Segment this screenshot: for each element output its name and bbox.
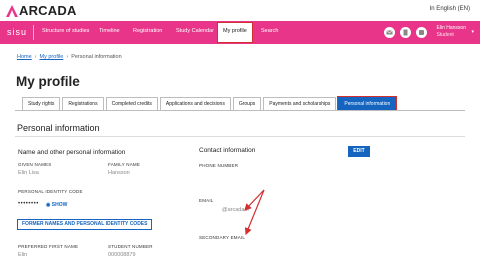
arrow-to-secondary-email [244, 189, 265, 236]
arrow-to-email [244, 189, 265, 211]
annotation-arrows [244, 189, 265, 236]
